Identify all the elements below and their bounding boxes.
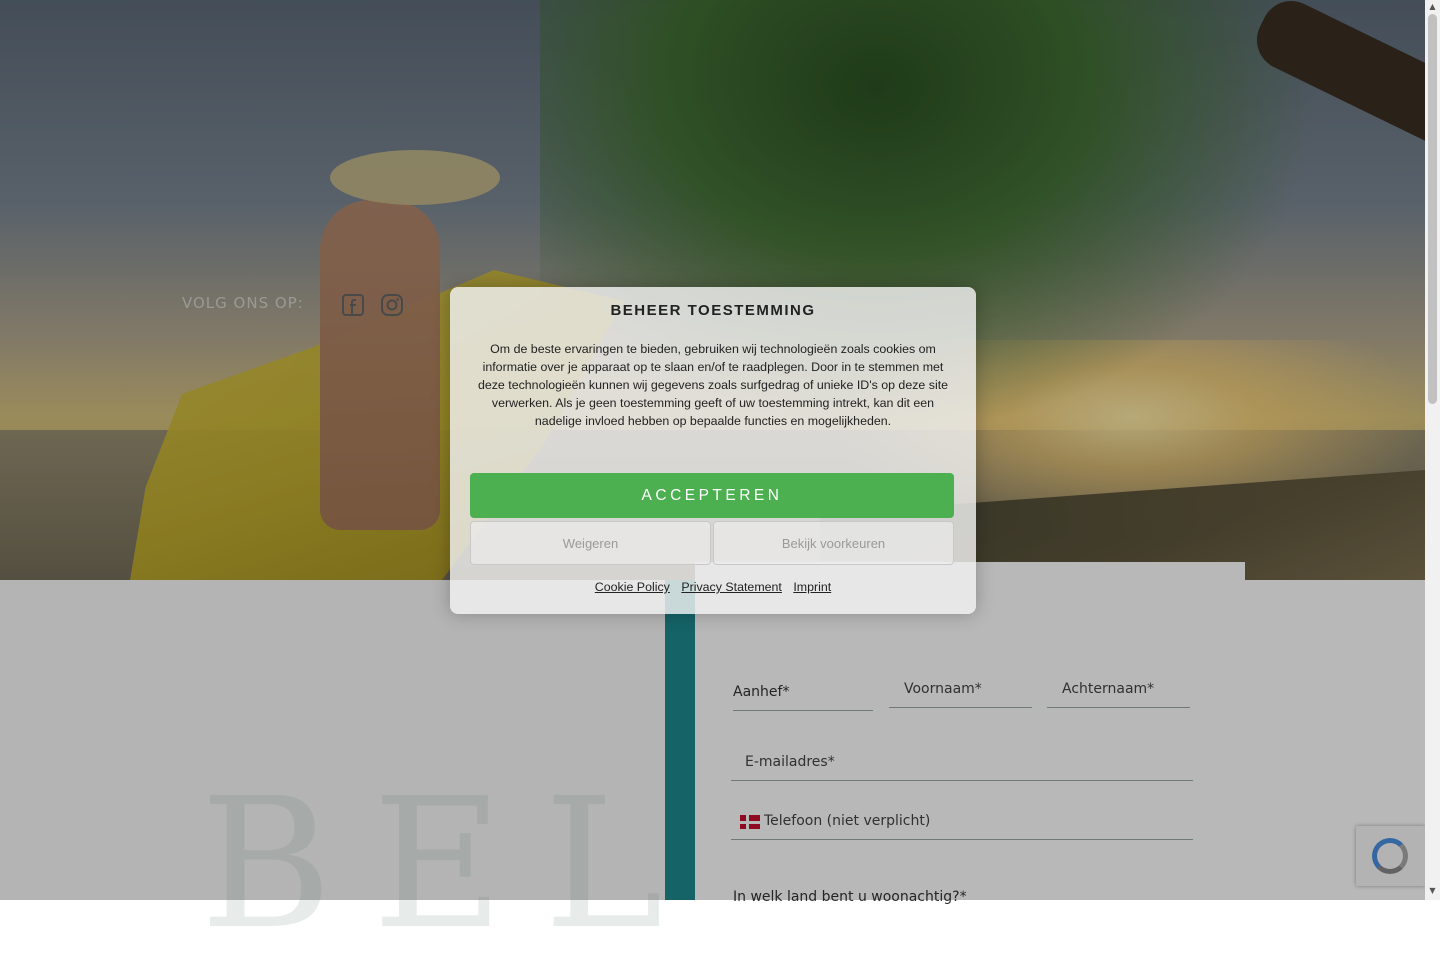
consent-text: Om de beste ervaringen te bieden, gebrui…: [477, 342, 949, 428]
accept-button[interactable]: ACCEPTEREN: [470, 473, 954, 518]
scroll-down-icon[interactable]: ▼: [1428, 886, 1437, 896]
scroll-up-icon[interactable]: ▲: [1428, 2, 1437, 12]
scroll-thumb[interactable]: [1428, 14, 1437, 404]
consent-title: BEHEER TOESTEMMING: [610, 302, 816, 319]
imprint-link[interactable]: Imprint: [793, 580, 831, 594]
privacy-statement-link[interactable]: Privacy Statement: [681, 580, 782, 594]
view-preferences-button[interactable]: Bekijk voorkeuren: [713, 521, 954, 565]
consent-links: Cookie Policy Privacy Statement Imprint: [450, 580, 976, 594]
cookie-policy-link[interactable]: Cookie Policy: [595, 580, 670, 594]
deny-button[interactable]: Weigeren: [470, 521, 711, 565]
consent-dialog: BEHEER TOESTEMMING Om de beste ervaringe…: [450, 287, 976, 614]
